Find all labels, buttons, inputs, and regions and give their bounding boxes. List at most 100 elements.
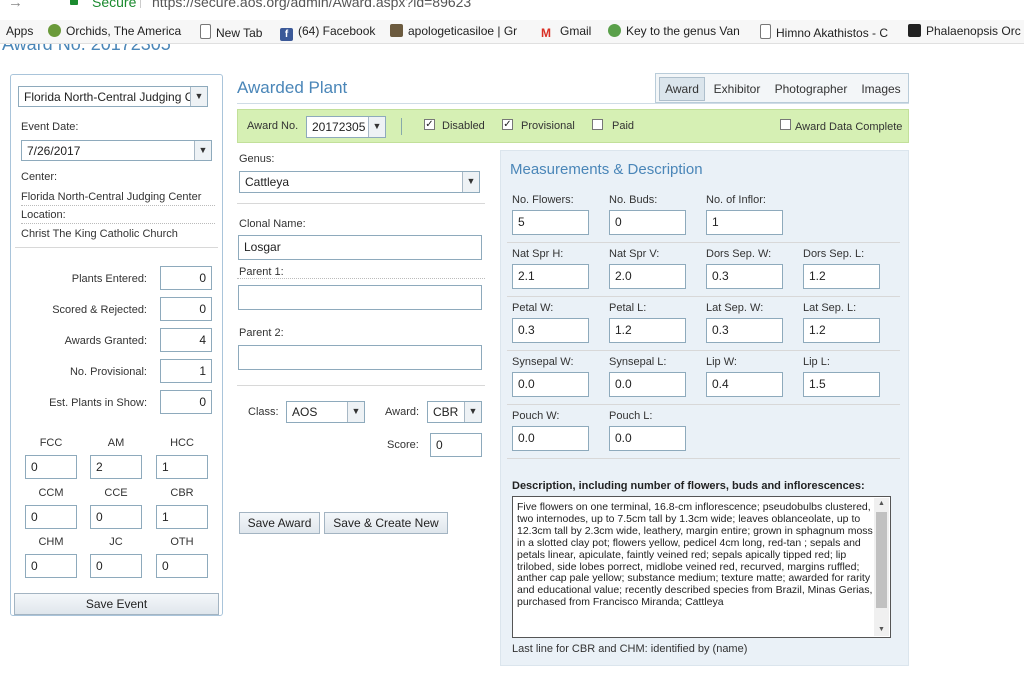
page-heading-clip: Award No. 20172305	[0, 44, 200, 54]
dors-sep-l-input[interactable]: 1.2	[803, 264, 880, 289]
award-no-select[interactable]: 20172305 ▼	[306, 116, 386, 138]
measure-label: Petal L:	[609, 302, 647, 314]
award-data-complete-checkbox[interactable]	[780, 119, 791, 130]
measure-label: Synsepal W:	[512, 356, 574, 368]
save-create-new-button[interactable]: Save & Create New	[324, 512, 448, 534]
chm-input[interactable]: 0	[25, 554, 77, 578]
measure-label: Lat Sep. W:	[706, 302, 764, 314]
parent1-input[interactable]	[238, 285, 482, 310]
disabled-checkbox[interactable]: ✓	[424, 119, 435, 130]
event-date-select[interactable]: 7/26/2017 ▼	[21, 140, 212, 161]
bookmark-himno[interactable]: Himno Akathistos - C	[760, 24, 888, 40]
tab-award[interactable]: Award	[659, 77, 705, 101]
scroll-up-icon[interactable]: ▲	[874, 498, 889, 510]
dors-sep-w-input[interactable]: 0.3	[706, 264, 783, 289]
chevron-down-icon: ▼	[194, 141, 211, 160]
provisional-checkbox[interactable]: ✓	[502, 119, 513, 130]
stat-label: Awards Granted:	[64, 335, 147, 347]
bookmark-gmail[interactable]: M Gmail	[541, 24, 591, 40]
count-label: CCM	[38, 487, 64, 499]
clonal-name-input[interactable]: Losgar	[238, 235, 482, 260]
parent2-label: Parent 2:	[239, 327, 284, 339]
divider	[507, 350, 900, 351]
measure-label: Nat Spr H:	[512, 248, 564, 260]
back-icon[interactable]: →	[8, 0, 23, 11]
scrollbar[interactable]: ▲ ▼	[874, 498, 889, 636]
petal-w-input[interactable]: 0.3	[512, 318, 589, 343]
no-flowers-input[interactable]: 5	[512, 210, 589, 235]
scrollbar-thumb[interactable]	[876, 512, 887, 608]
bookmark-apologetica[interactable]: apologeticasiloe | Gr	[390, 24, 517, 38]
petal-l-input[interactable]: 1.2	[609, 318, 686, 343]
page-icon	[760, 24, 771, 39]
save-award-button[interactable]: Save Award	[239, 512, 320, 534]
disabled-label: Disabled	[442, 120, 485, 132]
no-buds-input[interactable]: 0	[609, 210, 686, 235]
lat-sep-w-input[interactable]: 0.3	[706, 318, 783, 343]
divider	[237, 278, 485, 279]
event-panel: Florida North-Central Judging C ▼ Event D…	[10, 74, 223, 616]
scroll-down-icon[interactable]: ▼	[874, 624, 889, 636]
save-event-button[interactable]: Save Event	[14, 593, 219, 615]
fcc-input[interactable]: 0	[25, 455, 77, 479]
lock-icon	[70, 0, 78, 5]
genus-label: Genus:	[239, 153, 275, 165]
count-label: CCE	[104, 487, 128, 499]
chevron-down-icon: ▼	[190, 87, 207, 106]
est-plants-input[interactable]: 0	[160, 390, 212, 414]
divider	[237, 385, 485, 386]
lat-sep-l-input[interactable]: 1.2	[803, 318, 880, 343]
measure-label: Pouch L:	[609, 410, 653, 422]
measure-label: Lip W:	[706, 356, 737, 368]
description-text: Five flowers on one terminal, 16.8-cm in…	[517, 501, 873, 609]
pouch-l-input[interactable]: 0.0	[609, 426, 686, 451]
bookmark-orchids[interactable]: Orchids, The America	[48, 24, 181, 38]
bookmark-key-genus[interactable]: Key to the genus Van	[608, 24, 740, 38]
synsepal-l-input[interactable]: 0.0	[609, 372, 686, 397]
divider	[507, 404, 900, 405]
bookmark-phalaenopsis[interactable]: Phalaenopsis Orc	[908, 24, 1021, 38]
class-select[interactable]: AOS ▼	[286, 401, 365, 423]
center-value: Florida North-Central Judging Center	[21, 191, 202, 203]
site-icon	[390, 24, 403, 37]
no-provisional-input[interactable]: 1	[160, 359, 212, 383]
paid-checkbox[interactable]	[592, 119, 603, 130]
url-text[interactable]: https://secure.aos.org/admin/Award.aspx?…	[152, 0, 471, 10]
pouch-w-input[interactable]: 0.0	[512, 426, 589, 451]
nat-spr-h-input[interactable]: 2.1	[512, 264, 589, 289]
plants-entered-input[interactable]: 0	[160, 266, 212, 290]
parent2-input[interactable]	[238, 345, 482, 370]
awards-granted-input[interactable]: 4	[160, 328, 212, 352]
synsepal-w-input[interactable]: 0.0	[512, 372, 589, 397]
bookmark-apps[interactable]: Apps	[6, 24, 33, 38]
award-select[interactable]: CBR ▼	[427, 401, 482, 423]
jc-input[interactable]: 0	[90, 554, 142, 578]
chevron-down-icon: ▼	[464, 402, 481, 422]
description-textarea[interactable]: Five flowers on one terminal, 16.8-cm in…	[512, 496, 891, 638]
divider	[140, 0, 141, 8]
nat-spr-v-input[interactable]: 2.0	[609, 264, 686, 289]
scored-rejected-input[interactable]: 0	[160, 297, 212, 321]
measure-label: Nat Spr V:	[609, 248, 660, 260]
chevron-down-icon: ▼	[368, 117, 385, 137]
bookmark-new-tab[interactable]: New Tab	[200, 24, 262, 40]
tab-exhibitor[interactable]: Exhibitor	[710, 77, 764, 101]
am-input[interactable]: 2	[90, 455, 142, 479]
lip-w-input[interactable]: 0.4	[706, 372, 783, 397]
genus-select[interactable]: Cattleya ▼	[239, 171, 480, 193]
bookmark-facebook[interactable]: f (64) Facebook	[280, 24, 375, 41]
no-inflor-input[interactable]: 1	[706, 210, 783, 235]
score-input[interactable]: 0	[430, 433, 482, 457]
tab-photographer[interactable]: Photographer	[770, 77, 852, 101]
lip-l-input[interactable]: 1.5	[803, 372, 880, 397]
center-select[interactable]: Florida North-Central Judging C ▼	[18, 86, 208, 107]
oth-input[interactable]: 0	[156, 554, 208, 578]
divider	[507, 242, 900, 243]
cce-input[interactable]: 0	[90, 505, 142, 529]
hcc-input[interactable]: 1	[156, 455, 208, 479]
count-label: JC	[109, 536, 123, 548]
tab-images[interactable]: Images	[857, 77, 905, 101]
page-heading: Award No. 20172305	[2, 44, 171, 54]
cbr-input[interactable]: 1	[156, 505, 208, 529]
ccm-input[interactable]: 0	[25, 505, 77, 529]
